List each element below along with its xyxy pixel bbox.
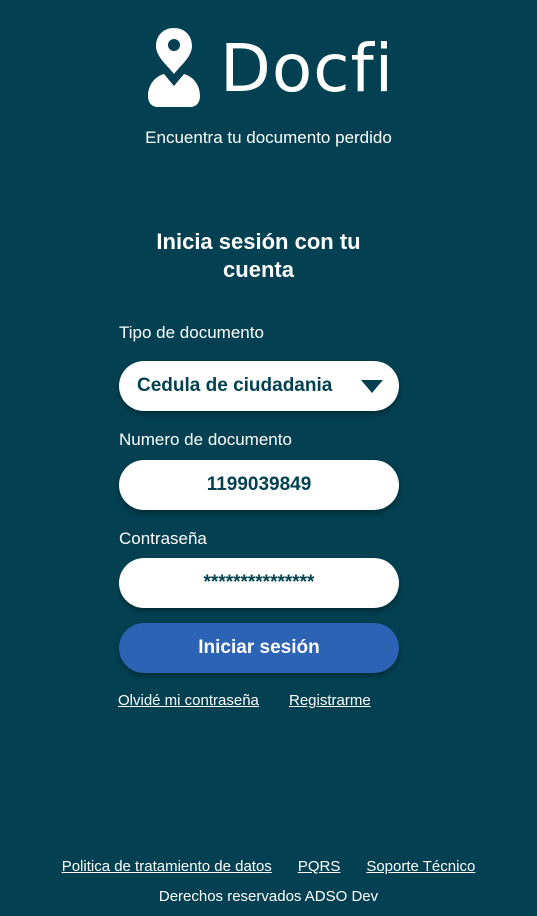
copyright-text: Derechos reservados ADSO Dev [158,888,379,905]
doc-type-label: Tipo de documento [119,323,264,342]
footer-links: Politica de tratamiento de datos PQRS So… [0,858,537,875]
doc-number-label: Numero de documento [119,430,292,449]
doc-type-select[interactable]: Cedula de ciudadania [119,361,399,411]
password-value: *************** [203,572,315,593]
chevron-down-icon [361,379,383,393]
login-heading: Inicia sesión con tu cuenta [156,229,361,282]
doc-type-value: Cedula de ciudadania [137,375,333,396]
doc-number-input[interactable]: 1199039849 [119,460,399,510]
password-input[interactable]: *************** [119,558,399,608]
tagline: Encuentra tu documento perdido [145,128,392,147]
location-person-icon [148,28,200,107]
password-label: Contraseña [119,529,207,548]
privacy-policy-link[interactable]: Politica de tratamiento de datos [62,858,272,875]
brand-logo: Docfi [146,26,394,108]
login-button[interactable]: Iniciar sesión [119,623,399,673]
support-link[interactable]: Soporte Técnico [366,858,475,875]
forgot-password-link[interactable]: Olvidé mi contraseña [118,692,259,709]
register-link[interactable]: Registrarme [289,692,371,709]
pqrs-link[interactable]: PQRS [298,858,341,875]
doc-number-value: 1199039849 [206,474,312,495]
brand-name: Docfi [220,30,395,107]
